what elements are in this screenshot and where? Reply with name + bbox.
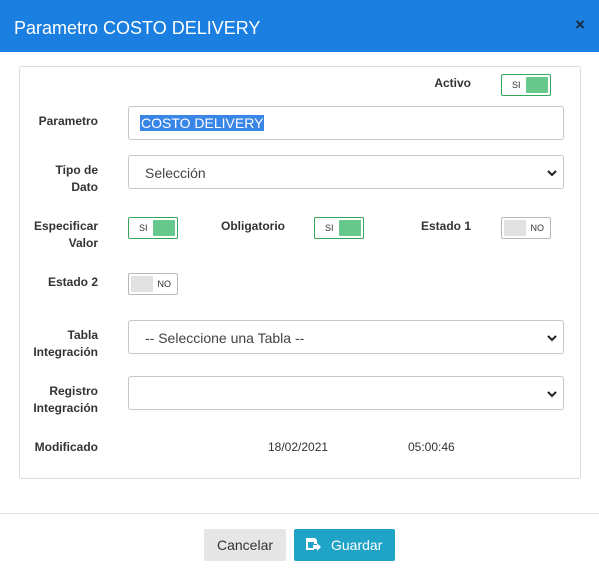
parametro-value: COSTO DELIVERY (140, 115, 265, 131)
cancel-button[interactable]: Cancelar (204, 529, 286, 561)
especificar-valor-toggle[interactable]: SI (128, 217, 178, 239)
toggle-label: NO (530, 223, 545, 233)
estado2-toggle[interactable]: NO (128, 273, 178, 295)
activo-label: Activo (434, 76, 471, 90)
toggle-knob (504, 220, 526, 236)
toggle-knob (526, 77, 548, 93)
modal-header: Parametro COSTO DELIVERY × (0, 0, 599, 52)
tipo-dato-selected: Selección (145, 165, 206, 181)
footer-divider (0, 513, 599, 514)
modificado-time: 05:00:46 (408, 440, 455, 454)
save-button-label: Guardar (331, 537, 383, 553)
tabla-integracion-label: Tabla Integración (33, 328, 98, 359)
tabla-integracion-selected: -- Seleccione una Tabla -- (145, 330, 305, 346)
toggle-label: SI (139, 223, 148, 233)
toggle-label: SI (512, 80, 521, 90)
toggle-knob (131, 276, 153, 292)
save-button[interactable]: Guardar (294, 529, 395, 561)
estado2-label: Estado 2 (47, 275, 98, 289)
toggle-label: NO (157, 279, 172, 289)
especificar-valor-label: Especificar Valor (33, 219, 98, 250)
obligatorio-label: Obligatorio (221, 219, 285, 233)
estado1-toggle[interactable]: NO (501, 217, 551, 239)
registro-integracion-label: Registro Integración (33, 384, 98, 415)
chevron-down-icon (547, 391, 557, 398)
toggle-label: SI (325, 223, 334, 233)
save-icon (306, 538, 321, 551)
toggle-knob (339, 220, 361, 236)
parametro-input[interactable]: COSTO DELIVERY (128, 106, 564, 140)
modificado-label: Modificado (34, 440, 98, 454)
tabla-integracion-select[interactable]: -- Seleccione una Tabla -- (128, 320, 564, 354)
chevron-down-icon (547, 170, 557, 177)
obligatorio-toggle[interactable]: SI (314, 217, 364, 239)
tipo-dato-select[interactable]: Selección (128, 155, 564, 189)
activo-toggle[interactable]: SI (501, 74, 551, 96)
cancel-button-label: Cancelar (217, 537, 274, 553)
parametro-label: Parametro (38, 114, 98, 128)
chevron-down-icon (547, 335, 557, 342)
registro-integracion-select[interactable] (128, 376, 564, 410)
modal-title: Parametro COSTO DELIVERY (14, 18, 261, 38)
toggle-knob (153, 220, 175, 236)
modificado-date: 18/02/2021 (268, 440, 329, 454)
estado1-label: Estado 1 (420, 219, 471, 233)
close-icon[interactable]: × (575, 16, 585, 34)
tipo-dato-label: Tipo de Dato (55, 163, 98, 194)
